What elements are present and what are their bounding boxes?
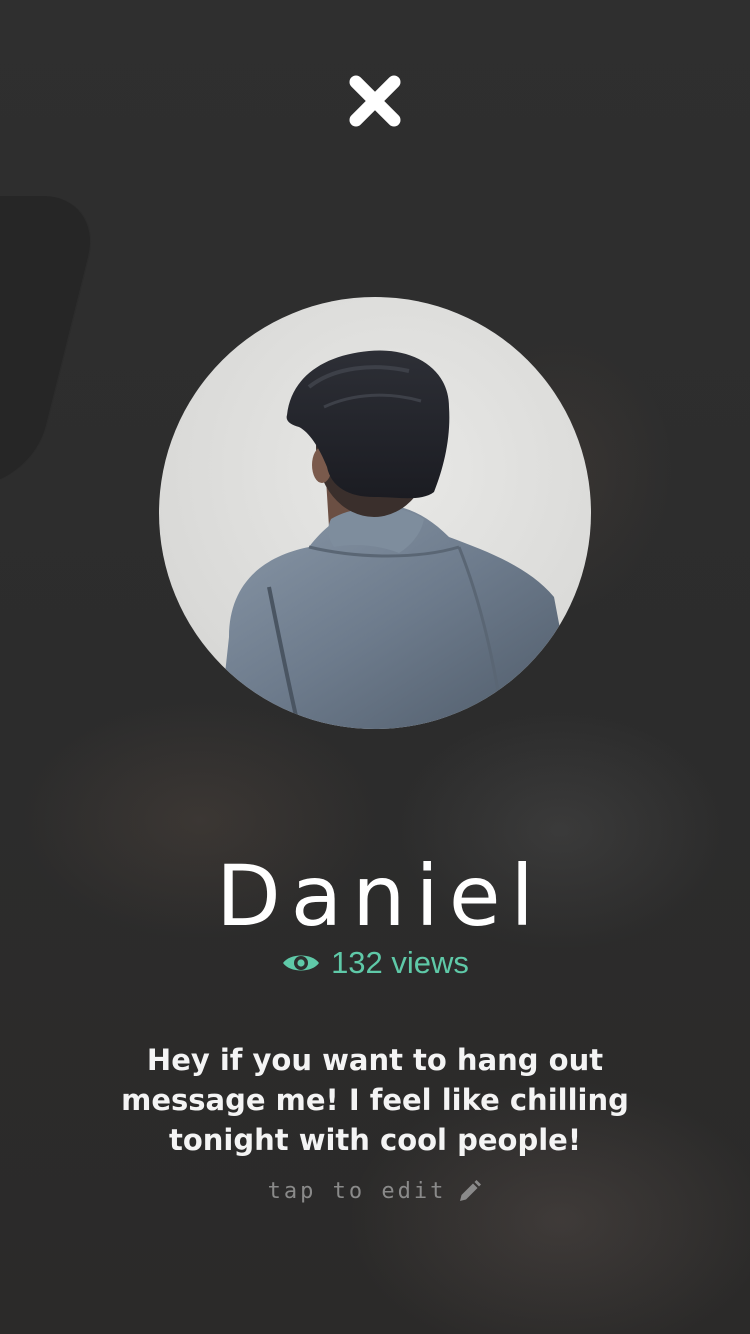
tap-to-edit-button[interactable]: tap to edit — [0, 1172, 750, 1212]
close-button[interactable] — [340, 68, 410, 134]
views-counter: 132 views — [0, 943, 750, 983]
profile-avatar[interactable] — [159, 297, 591, 729]
eye-icon — [283, 955, 320, 971]
close-icon — [349, 75, 401, 127]
side-card-edge — [0, 196, 105, 486]
profile-name: Daniel — [216, 847, 544, 945]
avatar-photo — [219, 350, 579, 729]
pencil-icon — [460, 1180, 482, 1201]
bio-text[interactable]: Hey if you want to hang out message me! … — [85, 1040, 665, 1160]
views-count: 132 views — [331, 945, 469, 980]
edit-hint-label: tap to edit — [267, 1179, 447, 1204]
